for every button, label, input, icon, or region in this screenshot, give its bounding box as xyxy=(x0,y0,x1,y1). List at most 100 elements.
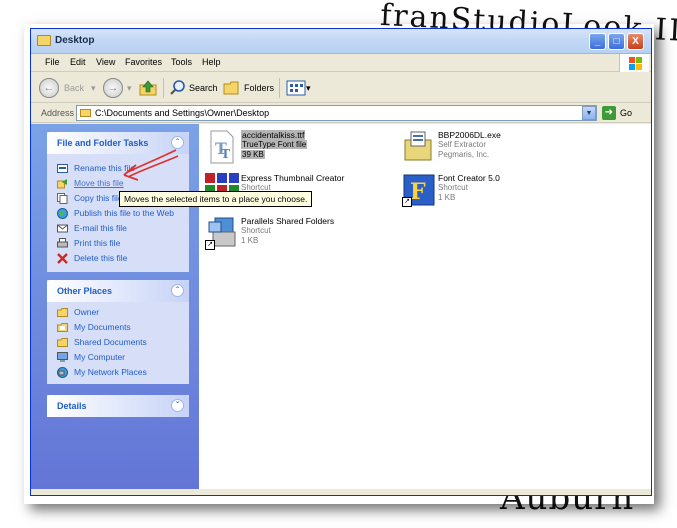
panel-title: Details xyxy=(57,401,87,411)
panel-title: Other Places xyxy=(57,286,113,296)
file-item[interactable]: TT accidentalkiss.ttf TrueType Font file… xyxy=(205,130,355,168)
search-button[interactable]: Search xyxy=(189,83,218,93)
place-label: Shared Documents xyxy=(74,337,147,347)
file-item[interactable]: BBP2006DL.exe Self Extractor Pegmaris, I… xyxy=(402,130,552,168)
task-publish[interactable]: Publish this file to the Web xyxy=(57,207,187,221)
place-label: Owner xyxy=(74,307,100,317)
address-label: Address xyxy=(41,108,75,118)
menu-tools[interactable]: Tools xyxy=(171,57,192,67)
views-dropdown-icon[interactable]: ▾ xyxy=(306,83,311,94)
print-icon xyxy=(57,238,68,248)
screenshot-stage: franStudioLook IL Auburn Desktop _ □ X F… xyxy=(0,0,677,528)
folder-icon xyxy=(57,308,68,317)
other-places-panel: Other Places ˆ Owner My Documents Shared… xyxy=(47,280,189,384)
windows-logo-icon xyxy=(619,54,649,72)
back-button[interactable]: Back xyxy=(64,83,84,93)
file-size: 1 KB xyxy=(241,236,259,245)
go-arrow-icon[interactable]: ➜ xyxy=(602,106,616,120)
collapse-chevron-icon[interactable]: ˆ xyxy=(171,284,184,297)
window-title: Desktop xyxy=(55,35,95,46)
toolbar: ← Back ▾ → ▾ Search Folders ▾ xyxy=(31,73,651,103)
task-pane: File and Folder Tasks ˆ Rename this file… xyxy=(31,124,199,489)
place-my-network-places[interactable]: My Network Places xyxy=(57,366,187,380)
move-icon xyxy=(57,179,67,189)
move-tooltip: Moves the selected items to a place you … xyxy=(119,191,313,207)
panel-title: File and Folder Tasks xyxy=(57,138,149,148)
svg-text:T: T xyxy=(221,147,230,161)
address-bar: Address C:\Documents and Settings\Owner\… xyxy=(31,104,651,123)
search-icon[interactable] xyxy=(169,79,187,97)
folders-button[interactable]: Folders xyxy=(244,83,274,93)
installer-icon xyxy=(404,131,432,161)
file-size: 1 KB xyxy=(438,193,456,202)
file-name: Parallels Shared Folders xyxy=(241,216,335,226)
place-label: My Network Places xyxy=(74,367,147,377)
expand-chevron-icon[interactable]: ˇ xyxy=(171,399,184,412)
task-label: Publish this file to the Web xyxy=(74,208,175,218)
place-label: My Computer xyxy=(74,352,126,362)
minimize-button[interactable]: _ xyxy=(589,33,606,50)
svg-text:F: F xyxy=(410,179,426,205)
file-type: Shortcut xyxy=(438,183,468,192)
delete-icon xyxy=(57,253,68,264)
back-arrow-icon[interactable]: ← xyxy=(39,78,59,98)
other-places-header[interactable]: Other Places ˆ xyxy=(47,280,189,302)
task-label: Rename this file xyxy=(74,163,135,173)
place-shared-documents[interactable]: Shared Documents xyxy=(57,336,187,350)
details-header[interactable]: Details ˇ xyxy=(47,395,189,417)
file-item[interactable]: F ↗ Font Creator 5.0 Shortcut 1 KB xyxy=(402,173,552,211)
my-computer-icon xyxy=(57,352,68,362)
menu-file[interactable]: File xyxy=(45,57,60,67)
place-my-documents[interactable]: My Documents xyxy=(57,321,187,335)
menu-help[interactable]: Help xyxy=(202,57,221,67)
menu-edit[interactable]: Edit xyxy=(70,57,86,67)
views-icon[interactable] xyxy=(286,80,306,96)
file-type: TrueType Font file xyxy=(241,140,308,149)
maximize-button[interactable]: □ xyxy=(608,33,625,50)
task-label: Delete this file xyxy=(74,253,128,263)
address-input[interactable]: C:\Documents and Settings\Owner\Desktop … xyxy=(76,105,597,121)
menu-favorites[interactable]: Favorites xyxy=(125,57,162,67)
status-bar xyxy=(31,489,651,495)
task-move[interactable]: Move this file xyxy=(57,177,187,191)
task-delete[interactable]: Delete this file xyxy=(57,252,187,266)
task-label: Move this file xyxy=(74,178,124,188)
title-bar[interactable]: Desktop _ □ X xyxy=(31,29,651,54)
task-email[interactable]: E-mail this file xyxy=(57,222,187,236)
place-my-computer[interactable]: My Computer xyxy=(57,351,187,365)
forward-button[interactable]: → xyxy=(103,78,123,98)
file-type: Self Extractor xyxy=(438,140,487,149)
back-dropdown-icon[interactable]: ▾ xyxy=(91,83,96,94)
network-icon xyxy=(57,367,68,378)
shortcut-arrow-icon: ↗ xyxy=(402,197,412,207)
explorer-window: Desktop _ □ X File Edit View Favorites T… xyxy=(30,28,652,496)
copy-icon xyxy=(57,193,68,204)
my-documents-icon xyxy=(57,323,68,332)
task-label: Print this file xyxy=(74,238,121,248)
task-print[interactable]: Print this file xyxy=(57,237,187,251)
menu-bar: File Edit View Favorites Tools Help xyxy=(31,54,651,72)
forward-dropdown-icon[interactable]: ▾ xyxy=(127,83,132,94)
up-folder-icon[interactable] xyxy=(139,79,157,96)
menu-view[interactable]: View xyxy=(96,57,115,67)
folder-icon xyxy=(80,109,91,117)
address-value[interactable]: C:\Documents and Settings\Owner\Desktop xyxy=(95,108,269,118)
font-file-icon: TT xyxy=(210,130,234,164)
folders-icon[interactable] xyxy=(223,80,241,96)
shortcut-arrow-icon: ↗ xyxy=(205,240,215,250)
close-button[interactable]: X xyxy=(627,33,644,50)
place-owner[interactable]: Owner xyxy=(57,306,187,320)
rename-icon xyxy=(57,164,68,173)
file-item[interactable]: ↗ Parallels Shared Folders Shortcut 1 KB xyxy=(205,216,355,254)
task-rename[interactable]: Rename this file xyxy=(57,162,187,176)
task-label: Copy this file xyxy=(74,193,123,203)
task-label: E-mail this file xyxy=(74,223,127,233)
go-button[interactable]: Go xyxy=(620,108,632,118)
place-label: My Documents xyxy=(74,322,131,332)
details-panel: Details ˇ xyxy=(47,395,189,417)
file-folder-tasks-header[interactable]: File and Folder Tasks ˆ xyxy=(47,132,189,154)
address-dropdown-icon[interactable]: ▼ xyxy=(582,106,596,120)
email-icon xyxy=(57,224,68,233)
file-size: 39 KB xyxy=(241,150,265,159)
collapse-chevron-icon[interactable]: ˆ xyxy=(171,136,184,149)
